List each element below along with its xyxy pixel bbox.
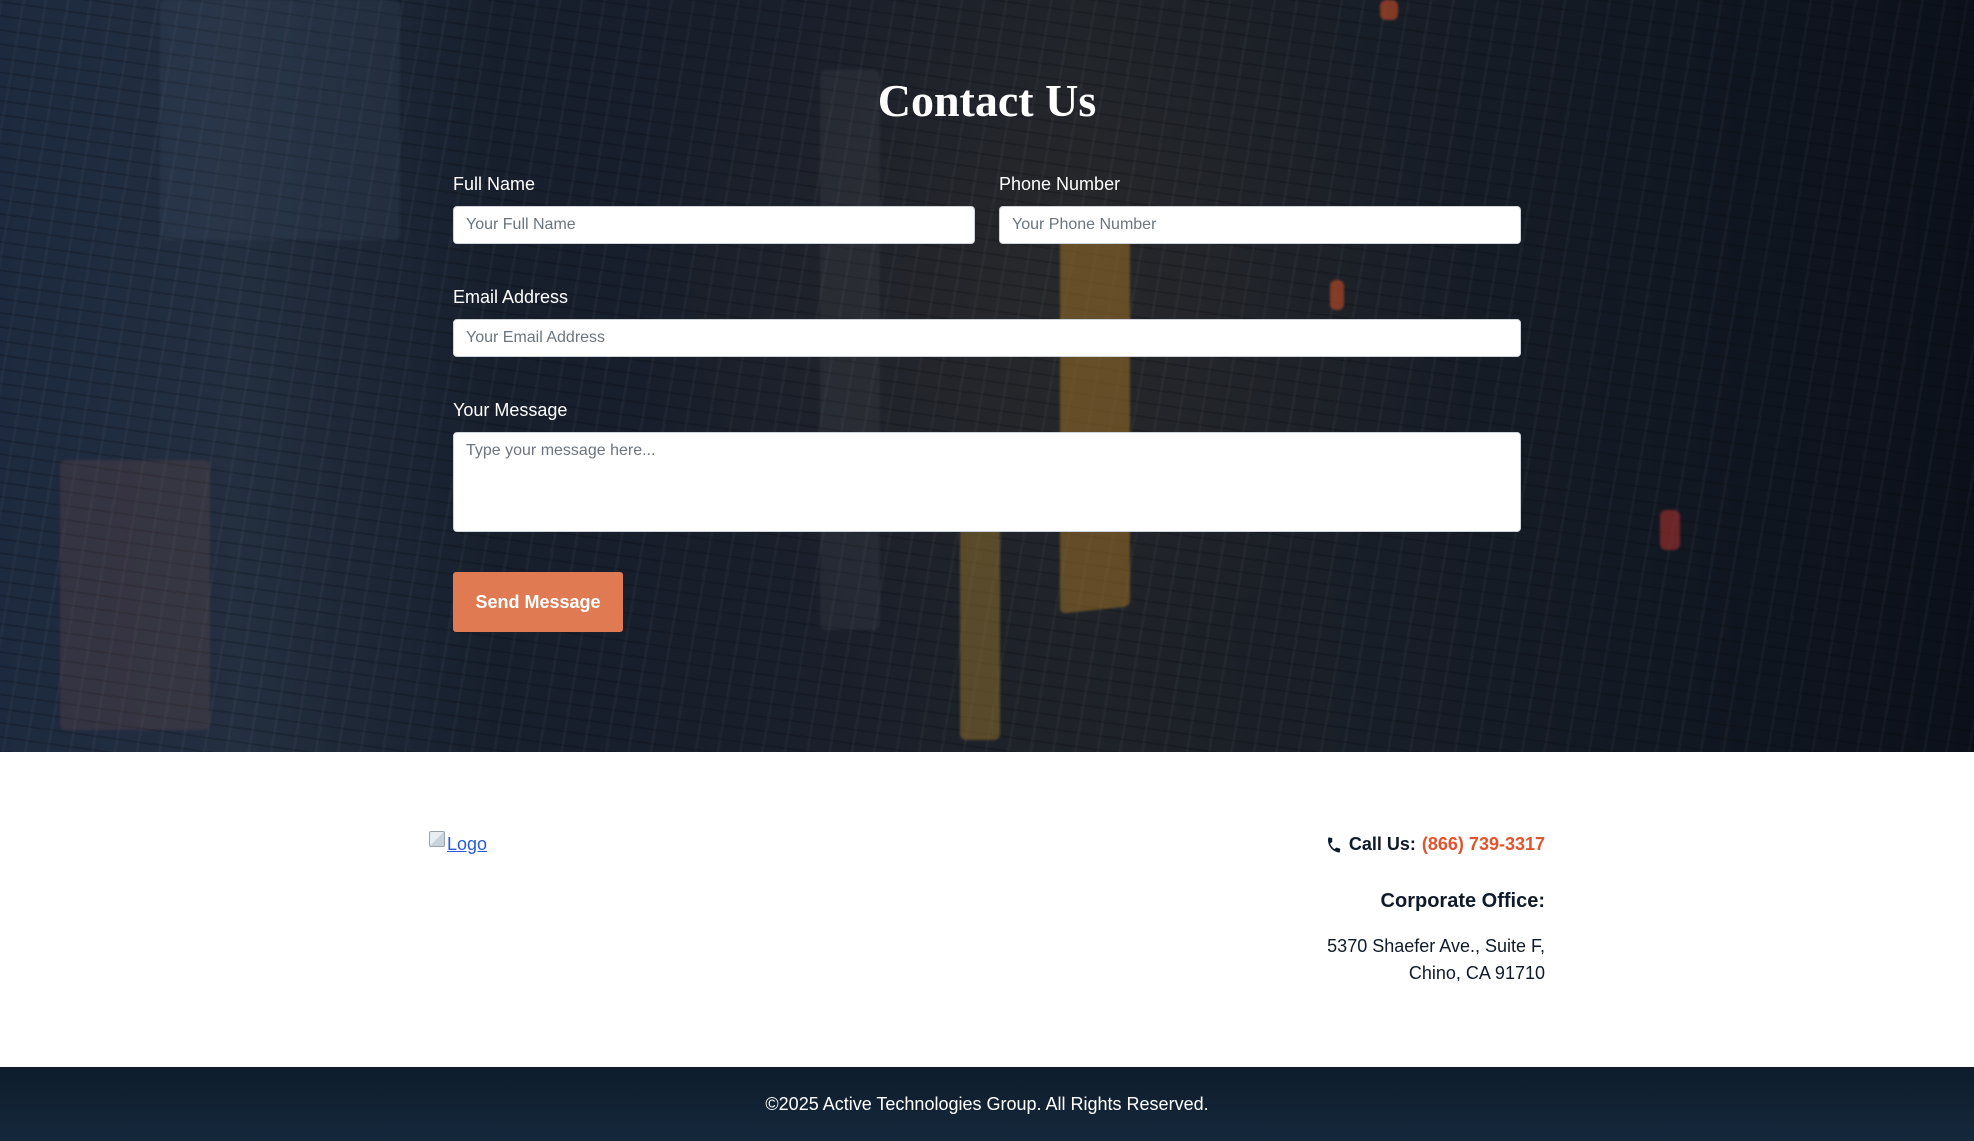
contact-section: Contact Us Full Name Phone Number Email … — [0, 0, 1974, 752]
page-title: Contact Us — [877, 75, 1097, 126]
footer-bar: ©2025 Active Technologies Group. All Rig… — [0, 1067, 1974, 1141]
message-textarea[interactable] — [453, 432, 1521, 532]
corporate-office-heading: Corporate Office: — [1380, 890, 1545, 912]
address-line-1: 5370 Shaefer Ave., Suite F, — [1327, 936, 1545, 956]
email-address-input[interactable] — [453, 319, 1521, 357]
logo-link[interactable]: Logo — [429, 830, 488, 855]
phone-number-label: Phone Number — [999, 174, 1121, 194]
phone-number-input[interactable] — [999, 206, 1521, 244]
call-us-line: Call Us: (866) 739-3317 — [1325, 834, 1545, 855]
send-message-button[interactable]: Send Message — [453, 572, 623, 632]
email-address-label: Email Address — [453, 287, 569, 307]
phone-icon — [1325, 836, 1343, 854]
message-label: Your Message — [453, 400, 568, 420]
broken-image-icon — [429, 830, 445, 847]
address-line-2: Chino, CA 91710 — [1408, 963, 1545, 983]
full-name-label: Full Name — [453, 174, 536, 194]
info-section — [0, 752, 1974, 1067]
phone-number-link[interactable]: (866) 739-3317 — [1422, 834, 1545, 855]
full-name-input[interactable] — [453, 206, 975, 244]
copyright-text: ©2025 Active Technologies Group. All Rig… — [765, 1093, 1209, 1114]
logo-alt-text: Logo — [447, 834, 488, 854]
call-us-label: Call Us: — [1348, 834, 1416, 854]
